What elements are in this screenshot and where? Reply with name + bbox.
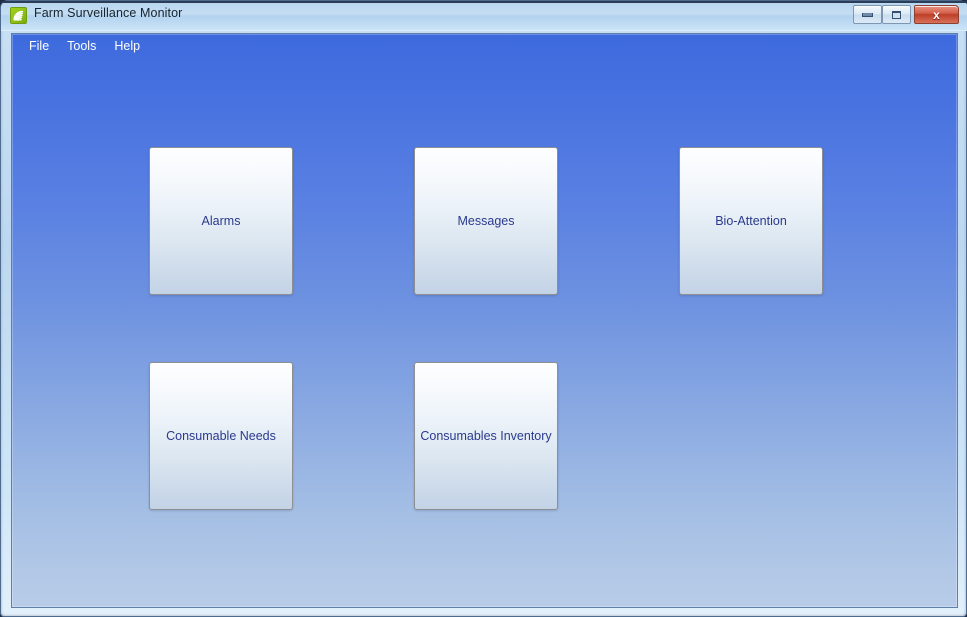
tile-label: Consumable Needs (166, 429, 276, 443)
minimize-icon (854, 6, 881, 23)
maximize-icon (883, 6, 910, 23)
menu-bar: File Tools Help (12, 34, 957, 58)
application-window: Farm Surveillance Monitor x File Tools H… (0, 0, 967, 617)
tile-label: Alarms (201, 214, 241, 228)
tile-label: Bio-Attention (715, 214, 787, 228)
close-icon: x (933, 7, 940, 22)
close-button[interactable]: x (914, 5, 959, 24)
tile-messages[interactable]: Messages (414, 147, 558, 295)
title-bar-top-edge (1, 1, 967, 3)
menu-item-help[interactable]: Help (105, 36, 149, 57)
menu-item-file[interactable]: File (20, 36, 58, 57)
maximize-button[interactable] (882, 5, 911, 24)
tile-consumable-needs[interactable]: Consumable Needs (149, 362, 293, 510)
client-area: File Tools Help Alarms Messages Bio-Atte… (11, 33, 958, 608)
window-title: Farm Surveillance Monitor (34, 6, 183, 20)
menu-item-tools[interactable]: Tools (58, 36, 105, 57)
minimize-button[interactable] (853, 5, 882, 24)
title-bar[interactable]: Farm Surveillance Monitor x (1, 1, 967, 31)
tile-bio-attention[interactable]: Bio-Attention (679, 147, 823, 295)
tile-alarms[interactable]: Alarms (149, 147, 293, 295)
tile-label: Consumables Inventory (420, 429, 552, 443)
signal-radar-icon (10, 7, 27, 24)
tile-label: Messages (457, 214, 515, 228)
tile-consumables-inventory[interactable]: Consumables Inventory (414, 362, 558, 510)
